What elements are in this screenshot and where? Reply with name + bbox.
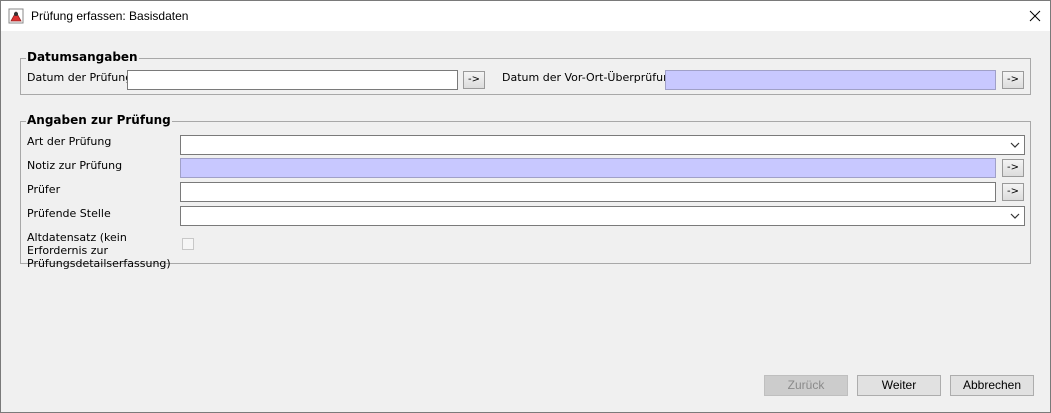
details-group-title: Angaben zur Prüfung [26,113,172,127]
datum-vor-ort-input[interactable] [666,71,995,89]
datum-pruefung-field[interactable] [127,70,458,90]
datum-pruefung-input[interactable] [128,71,457,89]
datum-vor-ort-button[interactable]: -> [1002,71,1024,89]
pruefer-button[interactable]: -> [1002,183,1024,201]
cancel-button[interactable]: Abbrechen [950,375,1034,396]
pruefer-field[interactable] [180,182,996,202]
window-title: Prüfung erfassen: Basisdaten [31,9,189,23]
title-bar[interactable]: Prüfung erfassen: Basisdaten [1,1,1050,31]
chevron-down-icon[interactable] [1008,139,1022,151]
back-button[interactable]: Zurück [764,375,848,396]
pruefer-input[interactable] [181,183,995,201]
next-button[interactable]: Weiter [857,375,941,396]
chevron-down-icon[interactable] [1008,210,1022,222]
pruefer-label: Prüfer [27,183,61,196]
altdatensatz-checkbox[interactable] [182,238,194,250]
art-pruefung-label: Art der Prüfung [27,135,112,148]
notiz-pruefung-button[interactable]: -> [1002,159,1024,177]
notiz-pruefung-label: Notiz zur Prüfung [27,159,123,172]
dialog-window: Prüfung erfassen: Basisdaten Datumsangab… [0,0,1051,413]
datum-vor-ort-label: Datum der Vor-Ort-Überprüfung [502,71,678,84]
close-button[interactable] [1020,1,1050,31]
notiz-pruefung-field[interactable] [180,158,996,178]
datum-vor-ort-field[interactable] [665,70,996,90]
dates-group-title: Datumsangaben [26,50,139,64]
art-pruefung-select[interactable] [180,135,1025,155]
close-icon [1029,10,1041,22]
pruefende-stelle-label: Prüfende Stelle [27,207,111,220]
java-app-icon [8,8,24,24]
datum-pruefung-button[interactable]: -> [463,71,485,89]
datum-pruefung-label: Datum der Prüfung [27,71,133,84]
pruefende-stelle-select[interactable] [180,206,1025,226]
notiz-pruefung-input[interactable] [181,159,995,177]
altdatensatz-label: Altdatensatz (kein Erfordernis zur Prüfu… [27,231,171,270]
